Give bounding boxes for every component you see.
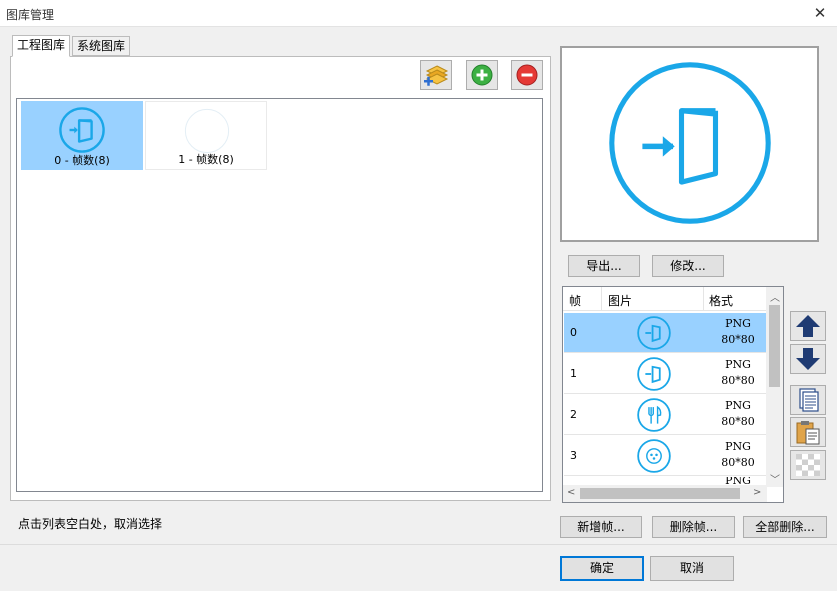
arrow-down-icon: [796, 348, 820, 370]
column-header-format[interactable]: 格式: [709, 292, 733, 309]
title-bar: 图库管理 ✕: [0, 0, 837, 27]
door-enter-icon: [609, 62, 771, 224]
table-row[interactable]: 2 PNG 80*80: [564, 395, 767, 435]
cancel-button[interactable]: 取消: [650, 556, 734, 581]
table-header: 帧 图片 格式: [563, 287, 767, 311]
delete-frame-button[interactable]: 删除帧...: [652, 516, 735, 538]
table-row[interactable]: 3 PNG 80*80: [564, 436, 767, 476]
table-row[interactable]: 0 PNG 80*80: [564, 313, 767, 353]
paste-icon: [796, 421, 820, 445]
move-down-button[interactable]: [790, 344, 826, 374]
ok-button[interactable]: 确定: [560, 556, 644, 581]
scroll-thumb[interactable]: [769, 305, 780, 387]
new-frame-button[interactable]: 新增帧...: [560, 516, 642, 538]
library-item[interactable]: 1 - 帧数(8): [145, 101, 267, 170]
modify-button[interactable]: 修改...: [652, 255, 724, 277]
add-button[interactable]: [466, 60, 498, 90]
door-enter-icon: [637, 316, 671, 350]
transparent-icon: [796, 454, 820, 476]
tab-system-library[interactable]: 系统图库: [72, 36, 131, 56]
window-title: 图库管理: [6, 8, 55, 22]
scroll-down-icon[interactable]: ﹀: [770, 471, 780, 486]
import-layers-button[interactable]: [420, 60, 452, 90]
library-item-label: 0 - 帧数(8): [54, 154, 110, 167]
copy-button[interactable]: [790, 385, 826, 415]
door-enter-icon: [59, 107, 105, 153]
column-header-frame[interactable]: 帧: [569, 292, 581, 309]
fork-knife-icon: [637, 398, 671, 432]
move-up-button[interactable]: [790, 311, 826, 341]
scroll-left-icon[interactable]: <: [567, 487, 575, 498]
scroll-right-icon[interactable]: >: [753, 487, 761, 498]
dots-circle-icon: [637, 439, 671, 473]
paste-button[interactable]: [790, 417, 826, 447]
export-button[interactable]: 导出...: [568, 255, 640, 277]
tab-project-library[interactable]: 工程图库: [12, 35, 71, 57]
horizontal-scrollbar[interactable]: < >: [563, 485, 767, 502]
library-item[interactable]: 0 - 帧数(8): [21, 101, 143, 170]
library-list[interactable]: 0 - 帧数(8) 1 - 帧数(8): [16, 98, 543, 492]
hint-text: 点击列表空白处，取消选择: [18, 517, 163, 531]
scroll-up-icon[interactable]: ︿: [770, 289, 780, 304]
frame-preview: [560, 46, 819, 242]
door-enter-icon: [637, 357, 671, 391]
column-header-image[interactable]: 图片: [608, 292, 632, 309]
delete-all-button[interactable]: 全部删除...: [743, 516, 827, 538]
arrow-up-icon: [796, 315, 820, 337]
scroll-thumb[interactable]: [580, 488, 740, 499]
faint-circle-icon: [184, 108, 230, 154]
green-plus-icon: [471, 64, 493, 86]
red-minus-icon: [516, 64, 538, 86]
frames-table[interactable]: 帧 图片 格式 0 PNG 80*80 1 PNG 80*80 2 PNG 80*80: [562, 286, 784, 503]
transparent-background-button[interactable]: [790, 450, 826, 480]
vertical-scrollbar[interactable]: ︿ ﹀: [766, 287, 783, 487]
remove-button[interactable]: [511, 60, 543, 90]
close-icon[interactable]: ✕: [809, 2, 831, 24]
library-item-label: 1 - 帧数(8): [178, 153, 234, 166]
copy-icon: [799, 388, 819, 412]
layers-add-icon: [424, 65, 449, 86]
table-row[interactable]: 1 PNG 80*80: [564, 354, 767, 394]
